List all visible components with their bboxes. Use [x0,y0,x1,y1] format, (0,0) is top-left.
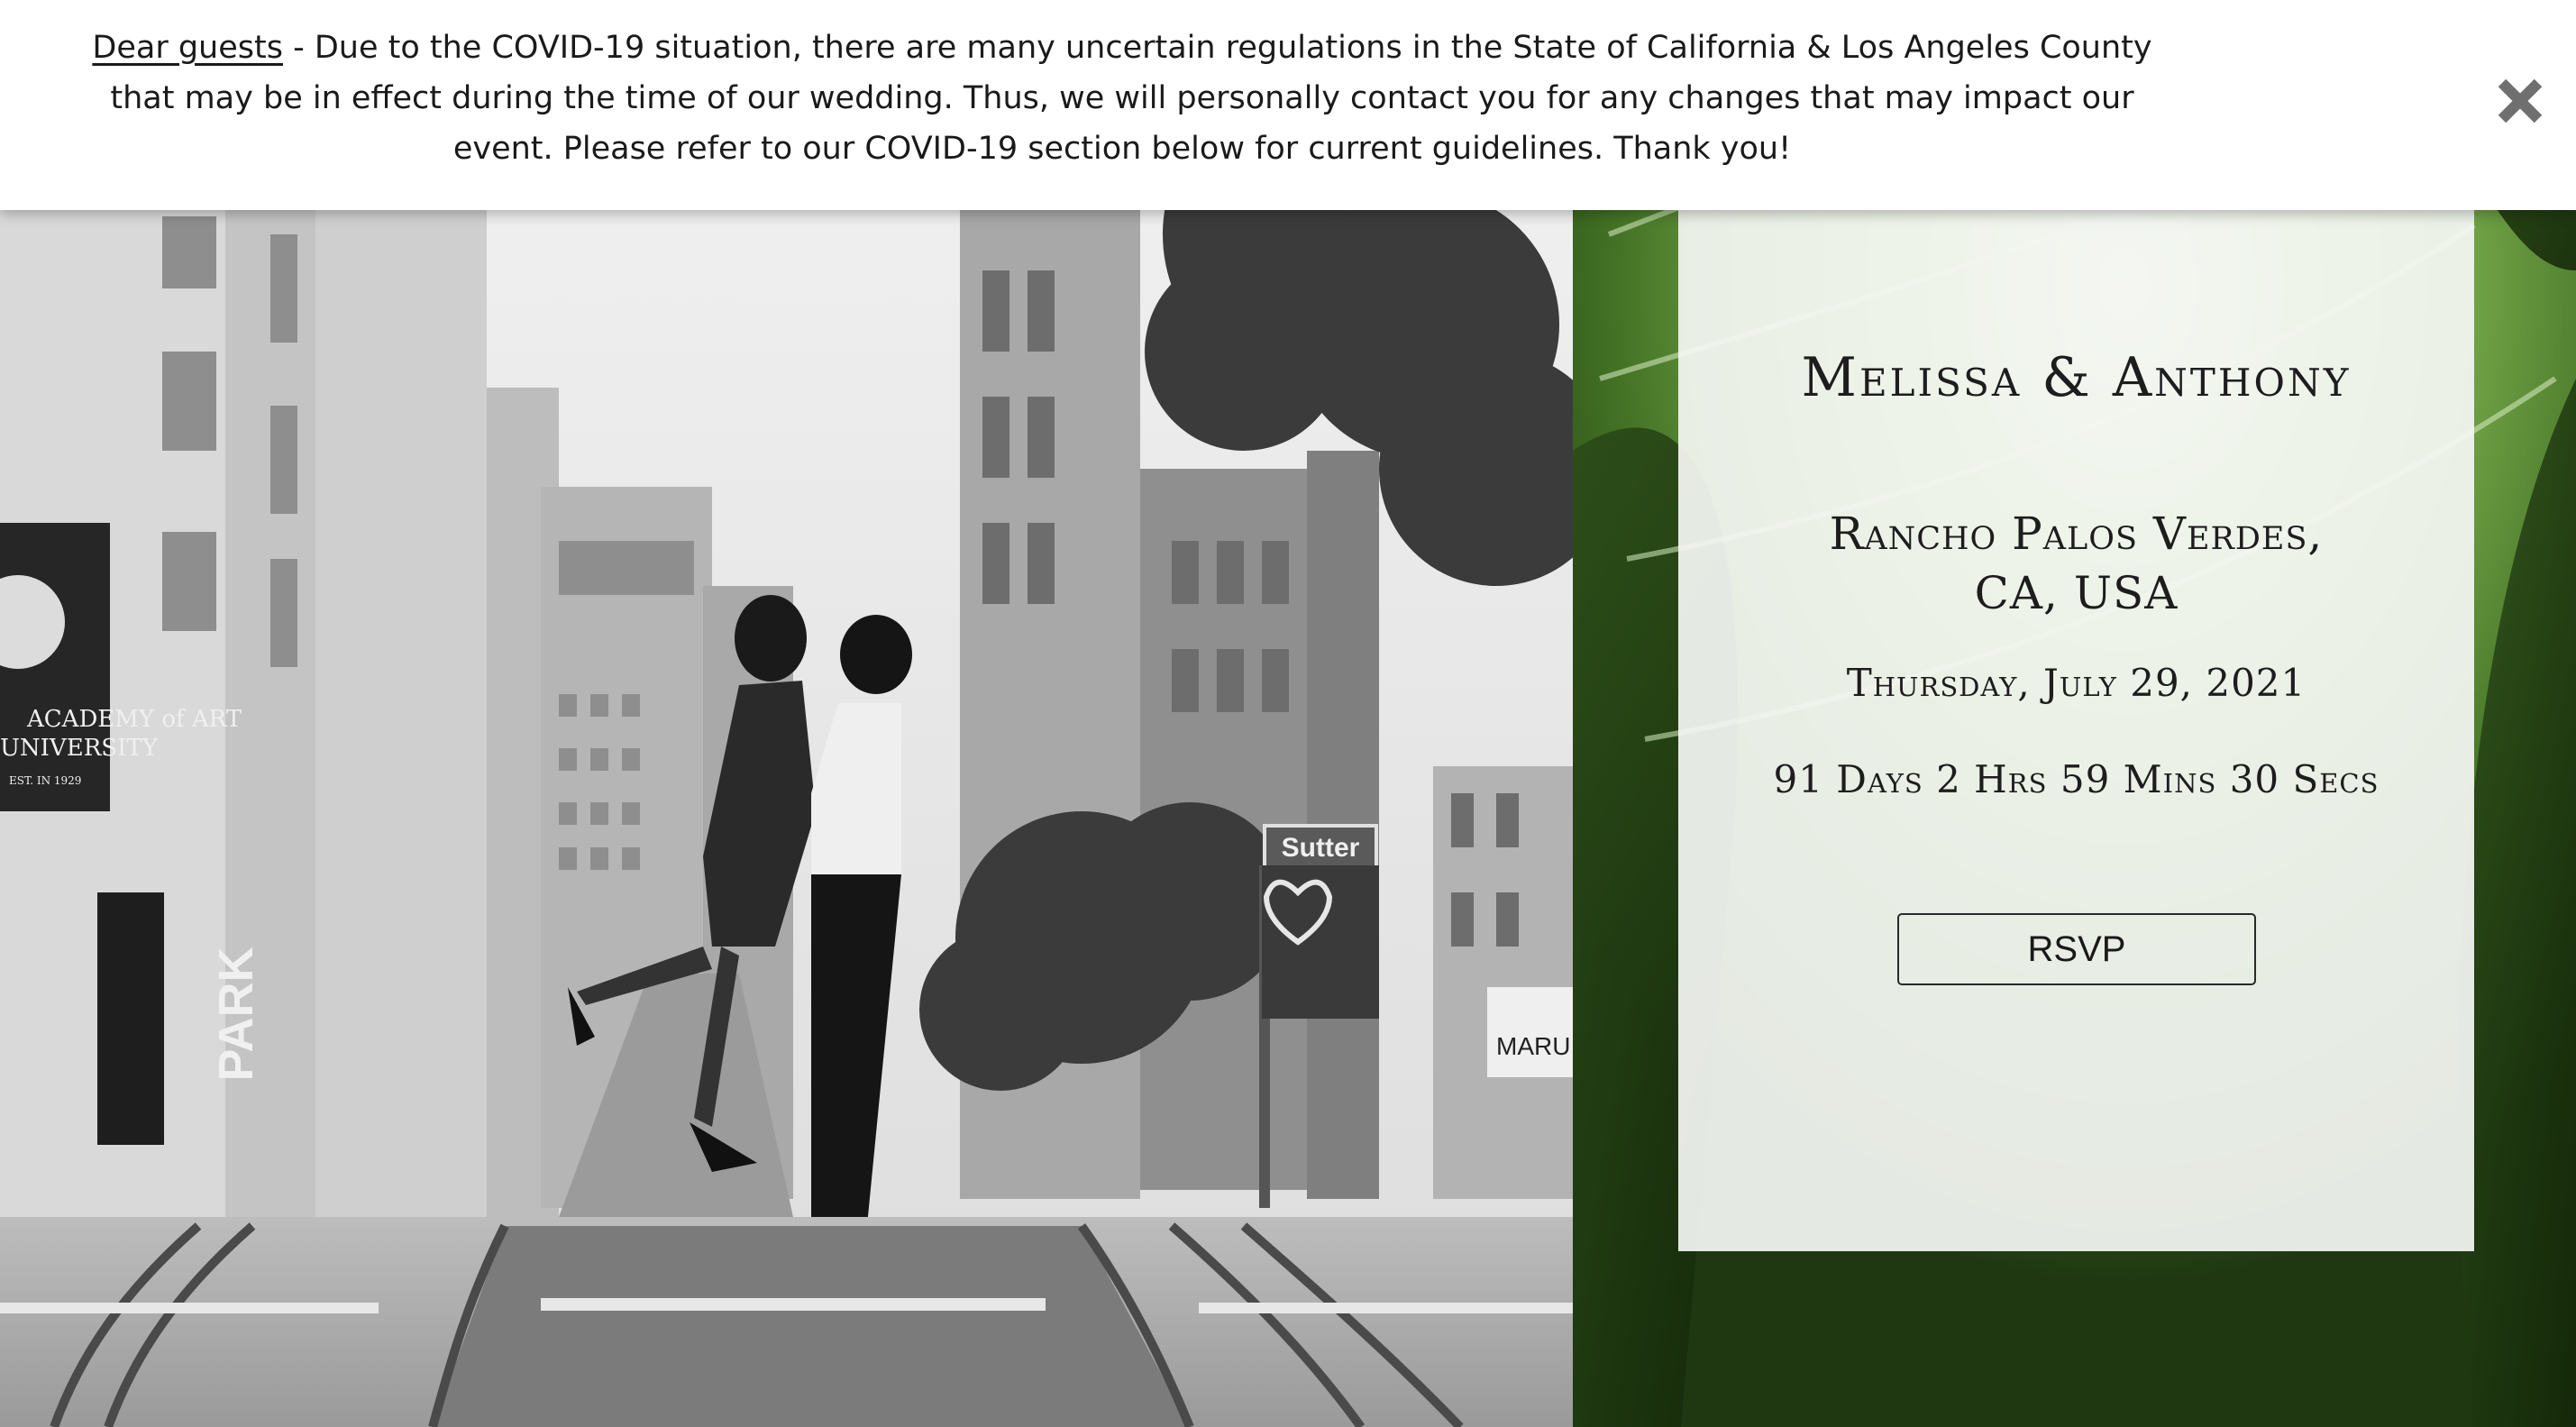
svg-text:PARK: PARK [209,947,263,1081]
announcement-text: Dear guests - Due to the COVID-19 situat… [72,23,2172,174]
location-line-2: CA, USA [1974,567,2179,619]
wedding-date: Thursday, July 29, 2021 [1846,661,2307,705]
hero-photo: ACADEMY of ART UNIVERSITY EST. IN 1929 P… [0,0,1573,1427]
close-icon[interactable] [2495,76,2545,126]
couple-names: Melissa & Anthony [1801,346,2352,409]
maru-sign: MARU [1487,987,1573,1077]
announcement-lead: Dear guests [92,30,283,66]
wedding-home-page: ACADEMY of ART UNIVERSITY EST. IN 1929 P… [0,0,2576,1427]
announcement-message: - Due to the COVID-19 situation, there a… [110,30,2152,167]
svg-text:ACADEMY of ART: ACADEMY of ART [26,706,242,733]
countdown-timer: 91 Days 2 Hrs 59 Mins 30 Secs [1773,757,2380,801]
wedding-location: Rancho Palos Verdes, CA, USA [1678,504,2474,623]
svg-text:MARU: MARU [1496,1032,1570,1060]
svg-text:EST. IN 1929: EST. IN 1929 [9,774,81,787]
covid-announcement-banner: Dear guests - Due to the COVID-19 situat… [0,0,2576,210]
svg-text:Sutter: Sutter [1282,833,1360,863]
svg-text:UNIVERSITY: UNIVERSITY [0,735,159,762]
location-line-1: Rancho Palos Verdes, [1829,508,2324,560]
wedding-details-card: Melissa & Anthony Rancho Palos Verdes, C… [1678,210,2474,1251]
rsvp-button[interactable]: RSVP [1897,913,2256,985]
